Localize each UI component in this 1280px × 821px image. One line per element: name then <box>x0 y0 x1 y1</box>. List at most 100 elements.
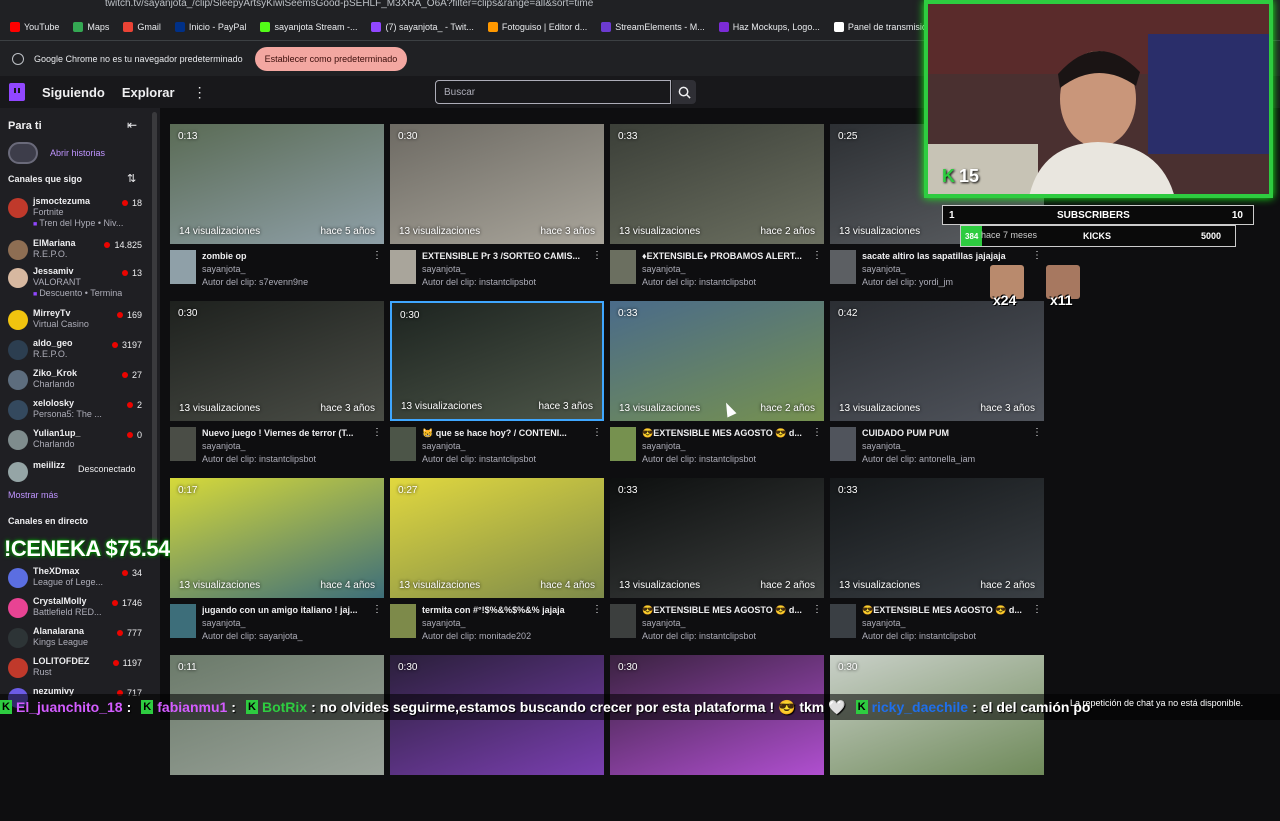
clip-game-boxart[interactable] <box>170 427 196 461</box>
clip-more-icon[interactable]: ⋮ <box>372 604 382 615</box>
sidebar-channel[interactable]: CrystalMolly Battlefield RED... 1746 <box>8 594 148 622</box>
clip-title[interactable]: ♦EXTENSIBLE♦ PROBAMOS ALERT... <box>642 251 812 261</box>
clip-title[interactable]: jugando con un amigo italiano ! jaj... <box>202 605 372 615</box>
bookmark-item[interactable]: sayanjota Stream -... <box>260 22 357 32</box>
clip-card[interactable]: 0:13 14 visualizaciones hace 5 años zombie … <box>170 124 384 290</box>
open-stories-link[interactable]: Abrir historias <box>50 148 105 158</box>
bookmark-item[interactable]: Panel de transmisió... <box>833 22 934 32</box>
clip-thumbnail[interactable]: 0:27 13 visualizaciones hace 4 años <box>390 478 604 598</box>
clip-game-boxart[interactable] <box>610 250 636 284</box>
clip-channel[interactable]: sayanjota_ <box>422 441 466 451</box>
bookmark-item[interactable]: Haz Mockups, Logo... <box>718 22 820 32</box>
clip-more-icon[interactable]: ⋮ <box>592 427 602 438</box>
clip-title[interactable]: CUIDADO PUM PUM <box>862 428 1032 438</box>
clip-thumbnail[interactable]: 0:13 14 visualizaciones hace 5 años <box>170 124 384 244</box>
clip-card[interactable]: 0:30 13 visualizaciones hace 3 años EXTENSI… <box>390 124 604 290</box>
clip-game-boxart[interactable] <box>830 250 856 284</box>
sidebar-channel[interactable]: aldo_geo R.E.P.O. 3197 <box>8 336 148 364</box>
clip-card[interactable]: 0:30 <box>830 655 1044 821</box>
clip-card[interactable]: 0:30 13 visualizaciones hace 3 años 😸 que s… <box>390 301 604 467</box>
sidebar-channel[interactable]: Alanalarana Kings League 777 <box>8 624 148 652</box>
clip-more-icon[interactable]: ⋮ <box>1032 604 1042 615</box>
clip-game-boxart[interactable] <box>170 604 196 638</box>
clip-channel[interactable]: sayanjota_ <box>202 264 246 274</box>
clip-thumbnail[interactable]: 0:30 13 visualizaciones hace 3 años <box>390 301 604 421</box>
clip-more-icon[interactable]: ⋮ <box>372 427 382 438</box>
sidebar-channel[interactable]: LOLITOFDEZ Rust 1197 <box>8 654 148 682</box>
story-avatar[interactable] <box>8 142 38 164</box>
clip-channel[interactable]: sayanjota_ <box>422 264 466 274</box>
clip-thumbnail[interactable]: 0:17 13 visualizaciones hace 4 años <box>170 478 384 598</box>
clip-card[interactable]: 0:30 13 visualizaciones hace 3 años Nuevo j… <box>170 301 384 467</box>
clip-card[interactable]: 0:30 <box>610 655 824 821</box>
clip-thumbnail[interactable]: 0:33 13 visualizaciones hace 2 años <box>830 478 1044 598</box>
clip-game-boxart[interactable] <box>170 250 196 284</box>
set-default-button[interactable]: Establecer como predeterminado <box>254 46 408 71</box>
clip-thumbnail[interactable]: 0:42 13 visualizaciones hace 3 años <box>830 301 1044 421</box>
clip-title[interactable]: termita con #°!$%&%$%&% jajaja <box>422 605 592 615</box>
sidebar-channel[interactable]: TheXDmax League of Lege... 34 <box>8 564 148 592</box>
clip-card[interactable]: 0:17 13 visualizaciones hace 4 años jugando… <box>170 478 384 644</box>
clip-title[interactable]: EXTENSIBLE Pr 3 /SORTEO CAMIS... <box>422 251 592 261</box>
clip-card[interactable]: 0:11 <box>170 655 384 821</box>
more-menu-icon[interactable]: ⋮ <box>193 84 207 101</box>
clip-game-boxart[interactable] <box>390 604 416 638</box>
clip-title[interactable]: Nuevo juego ! Viernes de terror (T... <box>202 428 372 438</box>
clip-channel[interactable]: sayanjota_ <box>862 441 906 451</box>
clip-game-boxart[interactable] <box>390 250 416 284</box>
clip-more-icon[interactable]: ⋮ <box>592 604 602 615</box>
bookmark-item[interactable]: Inicio - PayPal <box>174 22 246 32</box>
sidebar-channel[interactable]: Yulian1up_ Charlando 0 <box>8 426 148 454</box>
clip-more-icon[interactable]: ⋮ <box>812 604 822 615</box>
clip-card[interactable]: 0:42 13 visualizaciones hace 3 años CUIDADO… <box>830 301 1044 467</box>
bookmark-item[interactable]: YouTube <box>10 22 59 32</box>
clip-game-boxart[interactable] <box>610 604 636 638</box>
sidebar-channel[interactable]: Ziko_Krok Charlando 27 <box>8 366 148 394</box>
clip-title[interactable]: zombie op <box>202 251 372 261</box>
clip-more-icon[interactable]: ⋮ <box>812 250 822 261</box>
nav-explore[interactable]: Explorar <box>122 85 175 100</box>
clip-channel[interactable]: sayanjota_ <box>642 264 686 274</box>
clip-game-boxart[interactable] <box>830 604 856 638</box>
clip-channel[interactable]: sayanjota_ <box>642 441 686 451</box>
clip-card[interactable]: 0:33 13 visualizaciones hace 2 años 😎EXTENS… <box>610 301 824 467</box>
clip-thumbnail[interactable]: 0:30 13 visualizaciones hace 3 años <box>390 124 604 244</box>
search-input[interactable]: Buscar <box>435 80 671 104</box>
clip-channel[interactable]: sayanjota_ <box>862 264 906 274</box>
collapse-sidebar-icon[interactable]: ⇤ <box>127 118 137 132</box>
sidebar-channel[interactable]: ElMariana R.E.P.O. 14.825 <box>8 236 148 264</box>
clip-card[interactable]: 0:27 13 visualizaciones hace 4 años termita… <box>390 478 604 644</box>
clip-more-icon[interactable]: ⋮ <box>372 250 382 261</box>
bookmark-item[interactable]: StreamElements - M... <box>601 22 705 32</box>
sidebar-channel[interactable]: jsmoctezumaFortniteTren del Hype • Niv..… <box>8 194 148 228</box>
clip-channel[interactable]: sayanjota_ <box>202 441 246 451</box>
clip-card[interactable]: 0:33 13 visualizaciones hace 2 años 😎EXTENS… <box>610 478 824 644</box>
bookmark-item[interactable]: Fotoguiso | Editor d... <box>487 22 587 32</box>
sidebar-channel[interactable]: meiilizz Desconectado <box>8 458 148 486</box>
clip-more-icon[interactable]: ⋮ <box>1032 250 1042 261</box>
bookmark-item[interactable]: Maps <box>73 22 109 32</box>
show-more-link[interactable]: Mostrar más <box>8 490 58 500</box>
sidebar-scrollbar[interactable] <box>152 112 157 542</box>
clip-more-icon[interactable]: ⋮ <box>592 250 602 261</box>
clip-title[interactable]: 😸 que se hace hoy? / CONTENI... <box>422 428 592 439</box>
clip-more-icon[interactable]: ⋮ <box>812 427 822 438</box>
sidebar-channel[interactable]: xelolosky Persona5: The ... 2 <box>8 396 148 424</box>
twitch-logo-icon[interactable] <box>9 83 25 101</box>
search-button[interactable] <box>672 80 696 104</box>
clip-more-icon[interactable]: ⋮ <box>1032 427 1042 438</box>
clip-channel[interactable]: sayanjota_ <box>862 618 906 628</box>
clip-game-boxart[interactable] <box>610 427 636 461</box>
clip-game-boxart[interactable] <box>390 427 416 461</box>
clip-thumbnail[interactable]: 0:33 13 visualizaciones hace 2 años <box>610 478 824 598</box>
bookmark-item[interactable]: Gmail <box>123 22 161 32</box>
clip-channel[interactable]: sayanjota_ <box>642 618 686 628</box>
clip-title[interactable]: 😎EXTENSIBLE MES AGOSTO 😎 d... <box>642 605 812 616</box>
clip-channel[interactable]: sayanjota_ <box>202 618 246 628</box>
sidebar-channel[interactable]: MirreyTv Virtual Casino 169 <box>8 306 148 334</box>
stories-row[interactable]: Abrir historias <box>8 142 105 164</box>
clip-thumbnail[interactable]: 0:30 13 visualizaciones hace 3 años <box>170 301 384 421</box>
clip-card[interactable]: 0:33 13 visualizaciones hace 2 años ♦EXTENS… <box>610 124 824 290</box>
clip-thumbnail[interactable]: 0:33 13 visualizaciones hace 2 años <box>610 301 824 421</box>
clip-card[interactable]: 0:30 <box>390 655 604 821</box>
